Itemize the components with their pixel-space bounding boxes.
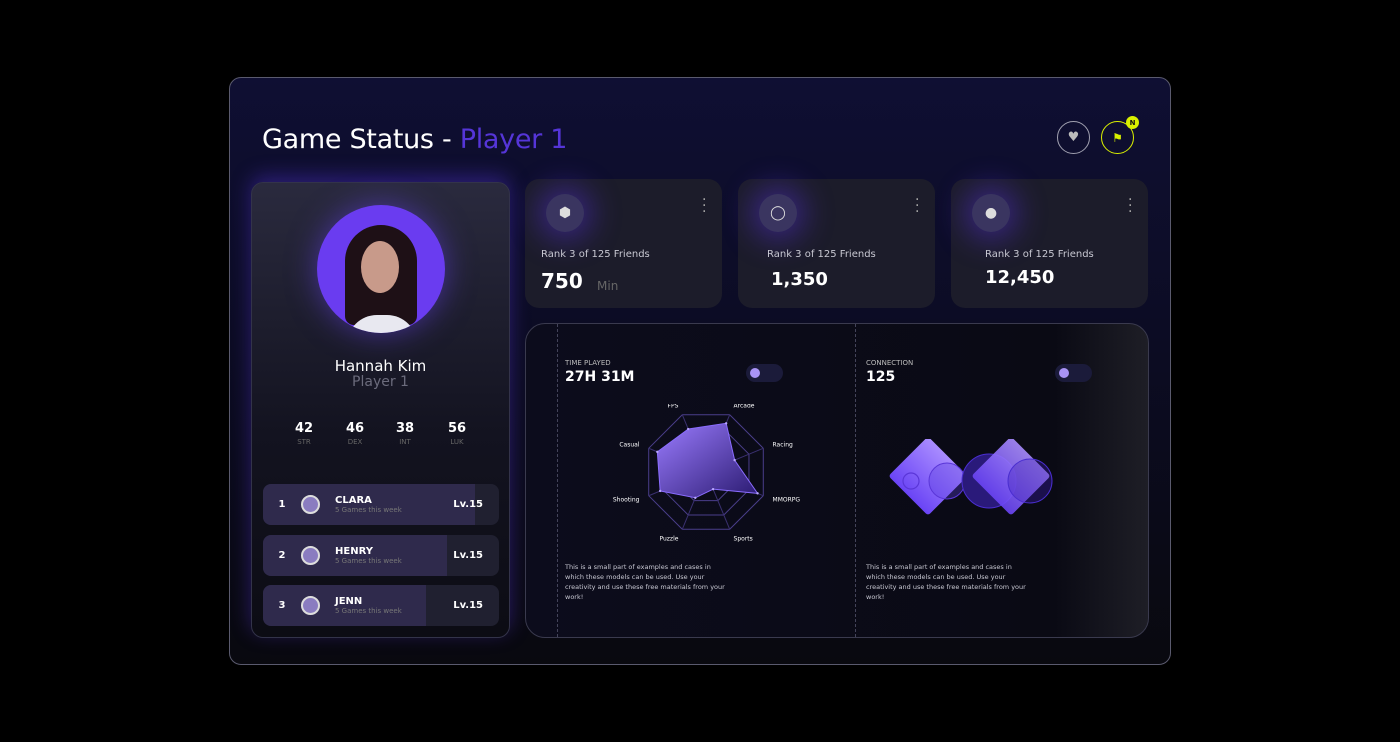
card-value: 12,450 bbox=[985, 267, 1055, 288]
page-title: Game Status - Player 1 bbox=[262, 124, 567, 155]
connection-graphic bbox=[889, 439, 1053, 515]
radar-chart: FPS Arcade Racing MMORPG Sports Puzzle Shootin… bbox=[613, 404, 801, 543]
time-played-toggle[interactable] bbox=[746, 364, 783, 382]
player-subtitle: Player 1 bbox=[352, 374, 409, 390]
card-rank: Rank 3 of 125 Friends bbox=[985, 249, 1094, 260]
stat-luk: 56 LUK bbox=[447, 421, 467, 446]
favorite-button[interactable]: ♥ bbox=[1057, 121, 1090, 154]
stat-int: 38 INT bbox=[395, 421, 415, 446]
stat-card-points[interactable]: ● · · · Rank 3 of 125 Friends 12,450 bbox=[951, 179, 1148, 308]
stat-card-score[interactable]: ◯ · · · Rank 3 of 125 Friends 1,350 bbox=[738, 179, 935, 308]
games-count: 5 Games this week bbox=[335, 557, 402, 565]
leaderboard-row[interactable]: 3 JENN 5 Games this week Lv.15 bbox=[263, 585, 499, 626]
connection-value: 125 bbox=[866, 369, 896, 385]
more-menu-icon[interactable]: · · · bbox=[702, 193, 706, 219]
divider bbox=[855, 324, 856, 637]
divider bbox=[557, 324, 558, 637]
time-played-value: 27H 31M bbox=[565, 369, 635, 385]
radar-label: Casual bbox=[619, 441, 639, 448]
avatar bbox=[301, 495, 320, 514]
player-info: JENN 5 Games this week bbox=[335, 596, 402, 615]
level: Lv.15 bbox=[453, 550, 483, 561]
stat-card-time[interactable]: ⬢ · · · Rank 3 of 125 Friends 750 Min bbox=[525, 179, 722, 308]
radar-point bbox=[687, 427, 690, 431]
games-count: 5 Games this week bbox=[335, 607, 402, 615]
rank-number: 1 bbox=[278, 499, 286, 510]
radar-label: FPS bbox=[668, 404, 679, 409]
connection-label: CONNECTION bbox=[866, 359, 914, 367]
radar-label: Sports bbox=[734, 536, 753, 543]
rank-number: 2 bbox=[278, 550, 286, 561]
radar-point bbox=[656, 450, 659, 454]
rank-number: 3 bbox=[278, 600, 286, 611]
avatar bbox=[301, 546, 320, 565]
player-name: Hannah Kim bbox=[334, 357, 427, 375]
radar-point bbox=[694, 496, 697, 499]
radar-point bbox=[756, 492, 759, 495]
more-menu-icon[interactable]: · · · bbox=[1128, 193, 1132, 219]
radar-point bbox=[724, 422, 728, 425]
level: Lv.15 bbox=[453, 499, 483, 510]
radar-label: MMORPG bbox=[773, 497, 801, 504]
player-name: HENRY bbox=[335, 546, 373, 557]
notification-badge: N bbox=[1126, 116, 1139, 129]
stat-dex: 46 DEX bbox=[345, 421, 365, 446]
title-main: Game Status - bbox=[262, 124, 460, 155]
radar-point bbox=[658, 489, 662, 493]
flag-icon: ⚑ bbox=[1112, 130, 1123, 145]
dashboard-window: Game Status - Player 1 ♥ ⚑ N Hannah Kim P… bbox=[229, 77, 1171, 665]
radar-label: Racing bbox=[773, 441, 793, 448]
card-value: 750 bbox=[541, 269, 583, 293]
more-menu-icon[interactable]: · · · bbox=[915, 193, 919, 219]
radar-point bbox=[711, 487, 715, 491]
time-played-description: This is a small part of examples and cas… bbox=[565, 563, 725, 601]
orb-icon: ● bbox=[972, 194, 1010, 232]
card-unit: Min bbox=[597, 279, 619, 293]
card-value: 1,350 bbox=[771, 269, 828, 290]
avatar bbox=[317, 205, 445, 333]
radar-series bbox=[656, 422, 759, 499]
player-info: HENRY 5 Games this week bbox=[335, 546, 402, 565]
flag-button[interactable]: ⚑ N bbox=[1101, 116, 1139, 154]
level: Lv.15 bbox=[453, 600, 483, 611]
connection-description: This is a small part of examples and cas… bbox=[866, 563, 1026, 601]
radar-label: Shooting bbox=[613, 497, 640, 504]
radar-label: Arcade bbox=[734, 404, 755, 409]
games-count: 5 Games this week bbox=[335, 506, 402, 514]
stat-str: 42 STR bbox=[294, 421, 314, 446]
heart-icon: ♥ bbox=[1067, 130, 1080, 145]
radar-label: Puzzle bbox=[659, 536, 678, 543]
player-name: JENN bbox=[335, 596, 363, 607]
leaderboard-row[interactable]: 2 HENRY 5 Games this week Lv.15 bbox=[263, 535, 499, 576]
card-rank: Rank 3 of 125 Friends bbox=[767, 249, 876, 260]
connection-toggle[interactable] bbox=[1055, 364, 1092, 382]
radar-point bbox=[733, 458, 736, 462]
title-player: Player 1 bbox=[459, 124, 568, 155]
card-rank: Rank 3 of 125 Friends bbox=[541, 249, 650, 260]
profile-card: Hannah Kim Player 1 42 STR 46 DEX 38 INT 56… bbox=[251, 182, 510, 638]
player-name: CLARA bbox=[335, 495, 372, 506]
avatar bbox=[301, 596, 320, 615]
ring-icon: ◯ bbox=[759, 194, 797, 232]
gem-icon: ⬢ bbox=[546, 194, 584, 232]
player-info: CLARA 5 Games this week bbox=[335, 495, 402, 514]
time-played-label: TIME PLAYED bbox=[565, 359, 611, 367]
analytics-panel: TIME PLAYED 27H 31M FPS Arcade Racing MMORP… bbox=[525, 323, 1149, 638]
leaderboard-row[interactable]: 1 CLARA 5 Games this week Lv.15 bbox=[263, 484, 499, 525]
